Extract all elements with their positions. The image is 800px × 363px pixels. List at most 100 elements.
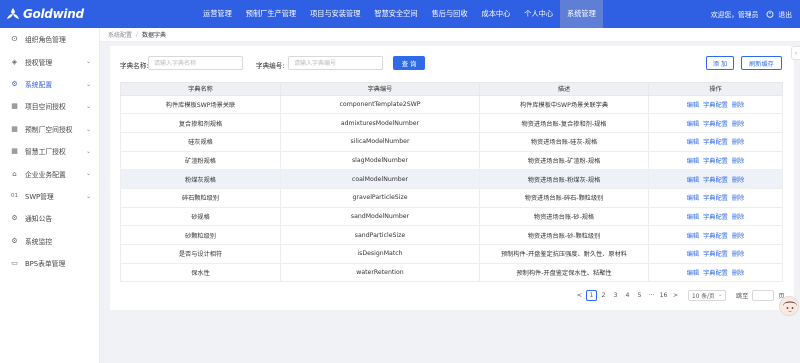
collapse-tab[interactable]: ‹ (791, 46, 800, 60)
next-page-button[interactable]: > (670, 290, 681, 301)
edit-link[interactable]: 编辑 (687, 231, 699, 240)
cell-dict-code: silicaModelNumber (280, 132, 480, 152)
edit-link[interactable]: 编辑 (687, 100, 699, 109)
table-row[interactable]: 砂规格 sandModelNumber 物资进场台账-砂-规格 编辑 字典配置 删除 (120, 207, 783, 227)
delete-link[interactable]: 删除 (732, 119, 744, 128)
page-size-select[interactable]: 10 条/页 ⌄ (688, 289, 726, 301)
brand-logo[interactable]: Goldwind (6, 6, 84, 22)
cell-dict-code: componentTemplate2SWP (280, 95, 480, 115)
dict-config-link[interactable]: 字典配置 (703, 156, 728, 165)
edit-link[interactable]: 编辑 (687, 119, 699, 128)
dict-config-link[interactable]: 字典配置 (703, 268, 728, 277)
breadcrumb-parent[interactable]: 系统配置 (108, 30, 132, 39)
cell-dict-desc: 物资进场台账-硅灰-规格 (479, 132, 649, 152)
dict-config-link[interactable]: 字典配置 (703, 100, 728, 109)
edit-link[interactable]: 编辑 (687, 193, 699, 202)
delete-link[interactable]: 删除 (732, 193, 744, 202)
sidebar-item-9[interactable]: ⚙ 系统监控 (0, 230, 99, 252)
sidebar-item-5[interactable]: ▦ 智慧工厂授权 ⌄ (0, 140, 99, 162)
table-row[interactable]: 矿渣粉规格 slagModelNumber 物资进场台账-矿渣粉-规格 编辑 字典配置删… (120, 151, 783, 171)
delete-link[interactable]: 删除 (732, 268, 744, 277)
chevron-down-icon: ⌄ (85, 170, 91, 178)
page-number[interactable]: 3 (610, 290, 621, 301)
edit-link[interactable]: 编辑 (687, 268, 699, 277)
table-row[interactable]: 构件库模板SWP场景关联 componentTemplate2SWP 构件库模板中S… (120, 95, 783, 115)
refresh-cache-button[interactable]: 刷新缓存 (741, 56, 782, 70)
dict-config-link[interactable]: 字典配置 (703, 119, 728, 128)
sidebar-item-8[interactable]: ⚙ 通知公告 (0, 207, 99, 229)
sidebar-item-10[interactable]: ▭ BPS表单管理 (0, 252, 99, 274)
brand-name: Goldwind (23, 7, 84, 21)
delete-link[interactable]: 删除 (732, 156, 744, 165)
sidebar-item-label: 企业业务配置 (25, 170, 66, 179)
edit-link[interactable]: 编辑 (687, 175, 699, 184)
edit-link[interactable]: 编辑 (687, 156, 699, 165)
sidebar-item-7[interactable]: 01 SWP管理 ⌄ (0, 185, 99, 207)
prev-page-button[interactable]: < (574, 290, 585, 301)
table-row[interactable]: 是否与设计相符 isDesignMatch 预制构件-开盘鉴定抗压强度、耐久性、原材… (120, 244, 783, 264)
breadcrumb-separator: / (136, 31, 139, 38)
sidebar-item-label: 组织角色管理 (25, 36, 66, 45)
page-ellipsis[interactable]: ··· (646, 290, 657, 301)
delete-link[interactable]: 删除 (732, 175, 744, 184)
swp-icon: 01 (11, 192, 18, 199)
page-number[interactable]: 4 (622, 290, 633, 301)
sidebar-item-2[interactable]: ⚙ 系统配置 ⌄ (0, 73, 99, 95)
shield-check-icon: ◈ (11, 57, 18, 66)
top-nav-item-6[interactable]: 个人中心 (517, 0, 560, 28)
sidebar-item-4[interactable]: ▦ 预制厂空间授权 ⌄ (0, 118, 99, 140)
cell-dict-code: slagModelNumber (280, 151, 480, 171)
table-row[interactable]: 复合掺和剂规格 admixturesModelNumber 物资进场台账-复合掺和剂… (120, 113, 783, 133)
building-icon: ⌂ (12, 169, 17, 178)
query-button[interactable]: 查 询 (393, 56, 425, 70)
cell-dict-name: 硅灰规格 (120, 132, 281, 152)
jump-page-input[interactable] (752, 289, 775, 301)
dict-config-link[interactable]: 字典配置 (703, 193, 728, 202)
table-row[interactable]: 碎石颗粒级别 gravelParticleSize 物资进场台账-碎石-颗粒级别 编辑… (120, 188, 783, 208)
delete-link[interactable]: 删除 (732, 231, 744, 240)
top-nav-item-7[interactable]: 系统管理 (560, 0, 603, 28)
table-row[interactable]: 保水性 waterRetention 预制构件-开盘鉴定保水性、粘聚性 编辑 字典配置删… (120, 263, 783, 283)
dict-config-link[interactable]: 字典配置 (703, 212, 728, 221)
dict-config-link[interactable]: 字典配置 (703, 175, 728, 184)
edit-link[interactable]: 编辑 (687, 249, 699, 258)
table-row[interactable]: 砂颗粒级别 sandParticleSize 物资进场台账-砂-颗粒级别 编辑 字典配置… (120, 225, 783, 245)
edit-link[interactable]: 编辑 (687, 137, 699, 146)
table-row[interactable]: 粉煤灰规格 coalModelNumber 物资进场台账-粉煤灰-规格 编辑 字典配置删… (120, 169, 783, 189)
edit-link[interactable]: 编辑 (687, 212, 699, 221)
page-number[interactable]: 16 (658, 290, 669, 301)
sidebar-item-1[interactable]: ◈ 授权管理 ⌄ (0, 50, 99, 72)
sidebar-item-label: 授权管理 (25, 58, 53, 67)
page-number[interactable]: 1 (586, 289, 597, 301)
dict-config-link[interactable]: 字典配置 (703, 137, 728, 146)
top-nav-item-0[interactable]: 运营管理 (196, 0, 239, 28)
delete-link[interactable]: 删除 (732, 137, 744, 146)
logout-icon[interactable] (766, 10, 774, 18)
dict-config-link[interactable]: 字典配置 (703, 249, 728, 258)
page-number[interactable]: 5 (634, 290, 645, 301)
logout-link[interactable]: 退出 (778, 9, 792, 19)
dict-config-link[interactable]: 字典配置 (703, 231, 728, 240)
top-nav-item-5[interactable]: 成本中心 (475, 0, 518, 28)
assistant-avatar[interactable] (779, 296, 799, 316)
top-nav-item-3[interactable]: 智慧安全空间 (367, 0, 424, 28)
cell-dict-name: 砂规格 (120, 207, 281, 227)
sidebar-item-label: BPS表单管理 (25, 260, 66, 269)
pagination: <1 2 3 4 5 ··· 16 >10 条/页 ⌄ 跳至页 (574, 289, 785, 301)
dict-code-input[interactable] (288, 56, 383, 70)
row-actions: 编辑 字典配置 删除 (687, 212, 745, 221)
sidebar-item-3[interactable]: ▦ 项目空间授权 ⌄ (0, 95, 99, 117)
delete-link[interactable]: 删除 (732, 100, 744, 109)
chevron-down-icon: ⌄ (85, 192, 91, 200)
delete-link[interactable]: 删除 (732, 249, 744, 258)
sidebar-item-6[interactable]: ⌂ 企业业务配置 ⌄ (0, 162, 99, 184)
add-button[interactable]: 添 加 (706, 56, 734, 70)
table-row[interactable]: 硅灰规格 silicaModelNumber 物资进场台账-硅灰-规格 编辑 字典配置删… (120, 132, 783, 152)
dict-name-input[interactable] (148, 56, 243, 70)
page-number[interactable]: 2 (598, 290, 609, 301)
sidebar-item-0[interactable]: ⵙ 组织角色管理 (0, 28, 99, 50)
top-nav-item-2[interactable]: 项目与安装管理 (303, 0, 367, 28)
top-nav-item-1[interactable]: 预制厂生产管理 (239, 0, 303, 28)
delete-link[interactable]: 删除 (732, 212, 744, 221)
top-nav-item-4[interactable]: 售后与回收 (425, 0, 475, 28)
